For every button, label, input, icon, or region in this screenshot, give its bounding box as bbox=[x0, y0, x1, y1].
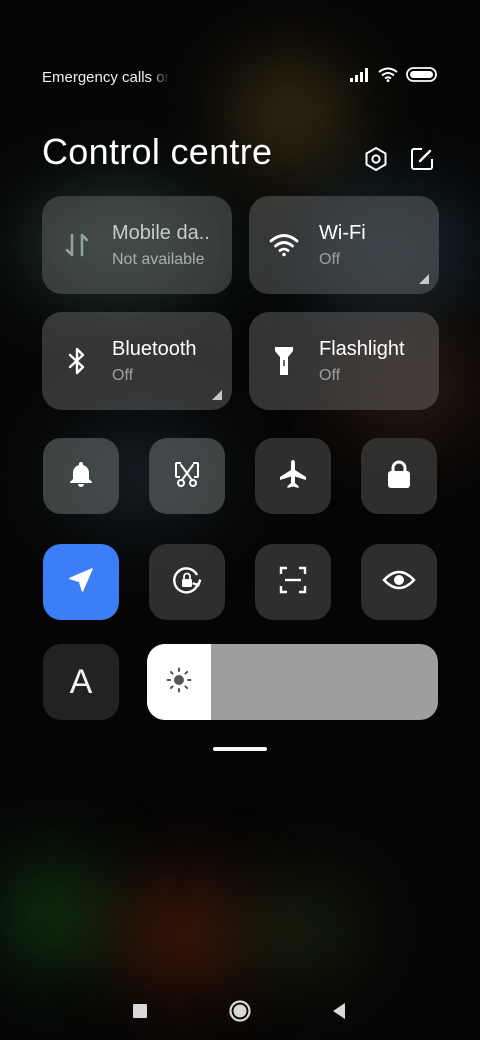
rotation-lock-toggle[interactable] bbox=[149, 544, 225, 620]
battery-icon bbox=[406, 66, 438, 88]
back-icon[interactable] bbox=[324, 996, 354, 1026]
scanner-icon bbox=[277, 564, 309, 601]
lock-screen-toggle[interactable] bbox=[361, 438, 437, 514]
lock-icon bbox=[385, 458, 413, 495]
rotation-lock-icon bbox=[170, 563, 204, 602]
mobile-data-status: Not available bbox=[112, 250, 205, 268]
mobile-data-icon bbox=[42, 231, 112, 259]
brightness-fill bbox=[147, 644, 211, 720]
bell-icon bbox=[66, 459, 96, 494]
screenshot-icon bbox=[172, 459, 202, 494]
location-toggle[interactable] bbox=[43, 544, 119, 620]
font-size-button[interactable]: A bbox=[43, 644, 119, 720]
wifi-tile[interactable]: Wi-Fi Off bbox=[249, 196, 439, 294]
wifi-label: Wi-Fi bbox=[319, 221, 366, 244]
page-title: Control centre bbox=[42, 131, 273, 172]
bluetooth-icon bbox=[42, 346, 112, 376]
airplane-toggle[interactable] bbox=[255, 438, 331, 514]
eye-icon bbox=[382, 568, 416, 597]
signal-icon bbox=[350, 67, 370, 87]
carrier-status-text: Emergency calls only bbox=[42, 68, 170, 86]
scanner-toggle[interactable] bbox=[255, 544, 331, 620]
flashlight-label: Flashlight bbox=[319, 337, 405, 360]
bluetooth-status: Off bbox=[112, 366, 134, 384]
header: Control centre bbox=[42, 128, 438, 176]
drag-handle[interactable] bbox=[213, 747, 267, 751]
airplane-icon bbox=[277, 458, 309, 495]
edit-icon[interactable] bbox=[406, 143, 438, 175]
bluetooth-tile[interactable]: Bluetooth Off bbox=[42, 312, 232, 410]
sun-icon bbox=[165, 666, 193, 699]
mobile-data-label: Mobile da.. bbox=[112, 221, 210, 244]
reading-mode-toggle[interactable] bbox=[361, 544, 437, 620]
font-size-label: A bbox=[69, 662, 93, 701]
flashlight-icon bbox=[249, 345, 319, 377]
screenshot-toggle[interactable] bbox=[149, 438, 225, 514]
wifi-icon bbox=[378, 67, 398, 87]
bluetooth-label: Bluetooth bbox=[112, 337, 197, 360]
ringer-toggle[interactable] bbox=[43, 438, 119, 514]
flashlight-status: Off bbox=[319, 366, 341, 384]
expand-corner-icon[interactable] bbox=[419, 274, 429, 284]
settings-icon[interactable] bbox=[360, 143, 392, 175]
navigation-bar bbox=[0, 996, 480, 1026]
mobile-data-tile[interactable]: Mobile da.. Not available bbox=[42, 196, 232, 294]
wifi-status: Off bbox=[319, 250, 341, 268]
wifi-icon bbox=[249, 233, 319, 257]
home-icon[interactable] bbox=[225, 996, 255, 1026]
status-bar: Emergency calls only bbox=[42, 66, 438, 88]
location-icon bbox=[66, 565, 96, 600]
flashlight-tile[interactable]: Flashlight Off bbox=[249, 312, 439, 410]
expand-corner-icon[interactable] bbox=[212, 390, 222, 400]
brightness-slider[interactable] bbox=[147, 644, 438, 720]
recents-icon[interactable] bbox=[125, 996, 155, 1026]
